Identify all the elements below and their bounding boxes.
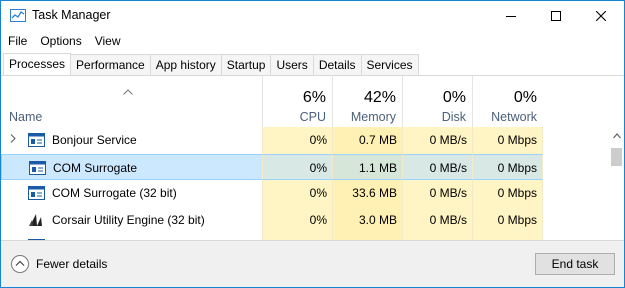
menu-view[interactable]: View: [88, 31, 127, 51]
process-name: Bonjour Service: [52, 133, 137, 147]
process-cpu: 0%: [262, 206, 332, 233]
tab-performance[interactable]: Performance: [71, 54, 151, 76]
column-disk-header[interactable]: 0% Disk: [402, 76, 472, 130]
chevron-up-icon: [15, 260, 25, 266]
process-row[interactable]: Bonjour Service 0% 0.7 MB 0 MB/s 0 Mbps: [1, 127, 609, 154]
network-total-pct: 0%: [513, 89, 537, 106]
process-cpu: 0%: [262, 127, 332, 154]
process-cpu: 0%: [262, 180, 332, 207]
process-network: 0 Mbps: [472, 206, 543, 233]
footer-bar: Fewer details End task: [1, 240, 624, 287]
scroll-up-arrow-icon[interactable]: [613, 133, 621, 139]
process-cpu: 0%: [262, 153, 332, 180]
tab-strip: Processes Performance App history Startu…: [3, 53, 419, 76]
process-name-cell: COM Surrogate (32 bit): [1, 180, 262, 207]
process-disk: 0 MB/s: [402, 127, 472, 154]
column-network-header[interactable]: 0% Network: [472, 76, 543, 130]
menu-file[interactable]: File: [1, 31, 33, 51]
maximize-icon: [550, 11, 561, 21]
process-cpu: [262, 233, 332, 240]
process-memory: 3.0 MB: [332, 206, 402, 233]
end-task-button[interactable]: End task: [535, 253, 615, 275]
disk-label: Disk: [441, 110, 466, 124]
process-disk: 0 MB/s: [402, 206, 472, 233]
process-network: 0 Mbps: [472, 153, 543, 180]
service-icon: [28, 133, 45, 147]
process-name-cell: [1, 233, 262, 240]
process-name-cell: Bonjour Service: [1, 127, 262, 154]
process-name-cell: COM Surrogate: [1, 153, 262, 180]
app-window-icon: [28, 186, 45, 200]
window-title: Task Manager: [32, 8, 111, 22]
process-name: Corsair Utility Engine (32 bit): [52, 212, 205, 227]
title-bar[interactable]: Task Manager: [1, 1, 624, 31]
fewer-details-toggle[interactable]: [11, 255, 29, 273]
network-label: Network: [491, 110, 537, 124]
minimize-button[interactable]: [488, 1, 533, 31]
menu-options[interactable]: Options: [33, 31, 87, 51]
process-row-selected[interactable]: COM Surrogate 0% 1.1 MB 0 MB/s 0 Mbps: [1, 153, 609, 180]
maximize-button[interactable]: [533, 1, 578, 31]
column-cpu-header[interactable]: 6% CPU: [262, 76, 332, 130]
process-memory: 0.7 MB: [332, 127, 402, 154]
tab-app-history[interactable]: App history: [150, 54, 222, 76]
process-disk: 0 MB/s: [402, 180, 472, 207]
process-disk: 0 MB/s: [402, 153, 472, 180]
chevron-right-icon[interactable]: [10, 134, 16, 143]
process-disk: [402, 233, 472, 240]
scrollbar-thumb[interactable]: [611, 148, 622, 166]
disk-total-pct: 0%: [442, 89, 466, 106]
process-row-partial[interactable]: [1, 233, 609, 240]
app-window-icon: [29, 160, 46, 175]
process-memory: 33.6 MB: [332, 180, 402, 207]
tab-details[interactable]: Details: [313, 54, 362, 76]
process-row[interactable]: COM Surrogate (32 bit) 0% 33.6 MB 0 MB/s…: [1, 180, 609, 207]
task-manager-window: Task Manager File Options View Processes…: [0, 0, 625, 288]
task-manager-icon: [10, 9, 26, 22]
sort-ascending-icon[interactable]: [123, 89, 133, 95]
menu-bar: File Options View: [1, 31, 127, 51]
tab-startup[interactable]: Startup: [221, 54, 272, 76]
process-name-cell: Corsair Utility Engine (32 bit): [1, 207, 262, 234]
process-network: 0 Mbps: [472, 180, 543, 207]
minimize-icon: [505, 16, 516, 17]
close-icon: [595, 11, 606, 21]
process-network: [472, 233, 543, 240]
process-network: 0 Mbps: [472, 127, 543, 154]
tab-users[interactable]: Users: [271, 54, 314, 76]
process-list: Bonjour Service 0% 0.7 MB 0 MB/s 0 Mbps …: [1, 127, 609, 240]
fewer-details-link[interactable]: Fewer details: [36, 257, 107, 271]
memory-label: Memory: [350, 110, 396, 124]
process-memory: 1.1 MB: [332, 153, 402, 180]
corsair-sails-icon: [29, 213, 42, 226]
cpu-total-pct: 6%: [302, 89, 326, 106]
process-name: COM Surrogate: [53, 160, 138, 175]
column-name-header[interactable]: Name: [9, 110, 42, 124]
process-memory: [332, 233, 402, 240]
close-button[interactable]: [578, 1, 623, 31]
vertical-scrollbar[interactable]: [609, 130, 624, 240]
column-memory-header[interactable]: 42% Memory: [332, 76, 402, 130]
cpu-label: CPU: [299, 110, 326, 124]
column-header: Name 6% CPU 42% Memory 0% Disk 0% Networ…: [1, 76, 624, 130]
tab-services[interactable]: Services: [361, 54, 419, 76]
process-row[interactable]: Corsair Utility Engine (32 bit) 0% 3.0 M…: [1, 206, 609, 234]
tab-processes[interactable]: Processes: [3, 53, 72, 76]
memory-total-pct: 42%: [363, 89, 396, 106]
process-name: COM Surrogate (32 bit): [52, 186, 177, 200]
